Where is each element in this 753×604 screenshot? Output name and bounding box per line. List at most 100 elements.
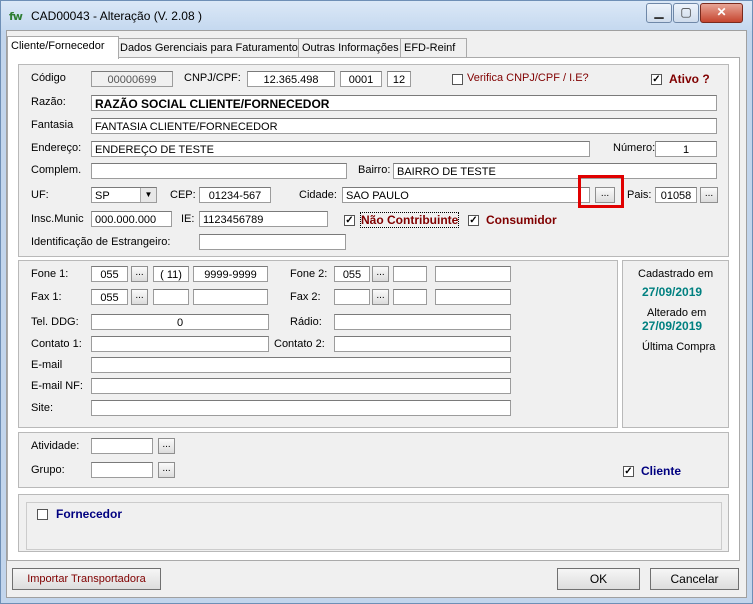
fax2-ddd-field[interactable]: [393, 289, 427, 305]
nao-contribuinte-checkbox[interactable]: ✓: [344, 215, 355, 226]
fax2-number-field[interactable]: [435, 289, 511, 305]
cliente-checkbox[interactable]: ✓: [623, 466, 634, 477]
tab-dados-gerenciais[interactable]: Dados Gerenciais para Faturamento: [116, 38, 304, 58]
fone2-ddd-field[interactable]: [393, 266, 427, 282]
email-label: E-mail: [31, 359, 63, 371]
fax2-label: Fax 2:: [290, 291, 321, 303]
fax1-ddi-field[interactable]: 055: [91, 289, 128, 305]
cancelar-button[interactable]: Cancelar: [650, 568, 739, 590]
fax1-lookup-button[interactable]: ...: [131, 289, 148, 305]
window-title: CAD00043 - Alteração (V. 2.08 ): [31, 9, 202, 23]
cadastrado-date: 27/09/2019: [642, 285, 703, 299]
fone2-lookup-button[interactable]: ...: [372, 266, 389, 282]
fax1-number-field[interactable]: [193, 289, 268, 305]
fone1-number-field[interactable]: 9999-9999: [193, 266, 268, 282]
title-bar[interactable]: fw CAD00043 - Alteração (V. 2.08 ) ▁ ▢ ✕: [1, 1, 752, 31]
consumidor-checkbox[interactable]: ✓: [468, 215, 479, 226]
fone2-label: Fone 2:: [290, 268, 328, 280]
ativo-checkbox[interactable]: ✓: [651, 74, 662, 85]
razao-label: Razão:: [31, 96, 66, 108]
endereco-field[interactable]: ENDEREÇO DE TESTE: [91, 141, 590, 157]
fone1-label: Fone 1:: [31, 268, 69, 280]
verifica-checkbox[interactable]: [452, 74, 463, 85]
cnpj-label: CNPJ/CPF:: [184, 72, 241, 84]
pais-label: Pais:: [627, 189, 652, 201]
fax2-ddi-field[interactable]: [334, 289, 370, 305]
ident-estrangeiro-field[interactable]: [199, 234, 346, 250]
fone1-ddd-field[interactable]: ( 11): [153, 266, 189, 282]
cliente-label: Cliente: [641, 464, 682, 478]
tab-efd-reinf[interactable]: EFD-Reinf: [400, 38, 467, 58]
cidade-label: Cidade:: [299, 189, 337, 201]
tab-outras-informacoes[interactable]: Outras Informações: [298, 38, 404, 58]
fax1-ddd-field[interactable]: [153, 289, 189, 305]
insc-munic-label: Insc.Munic: [31, 213, 84, 225]
nao-contribuinte-label: Não Contribuinte: [359, 212, 460, 228]
ie-field[interactable]: 1123456789: [199, 211, 328, 227]
pais-lookup-button[interactable]: ...: [700, 187, 718, 203]
uf-select[interactable]: SP ▼: [91, 187, 157, 203]
razao-field[interactable]: RAZÃO SOCIAL CLIENTE/FORNECEDOR: [91, 95, 717, 111]
fone2-ddi-field[interactable]: 055: [334, 266, 370, 282]
maximize-button[interactable]: ▢: [673, 3, 699, 23]
cnpj-branch-field[interactable]: 0001: [340, 71, 382, 87]
pais-field[interactable]: 01058: [655, 187, 697, 203]
cnpj-field[interactable]: 12.365.498: [247, 71, 335, 87]
contato1-field[interactable]: [91, 336, 269, 352]
fone2-number-field[interactable]: [435, 266, 511, 282]
atividade-label: Atividade:: [31, 440, 80, 452]
tel-ddg-field[interactable]: 0: [91, 314, 269, 330]
highlight-box: [578, 175, 624, 208]
cep-field[interactable]: 01234-567: [199, 187, 271, 203]
ok-button[interactable]: OK: [557, 568, 640, 590]
endereco-label: Endereço:: [31, 142, 82, 154]
close-icon: ✕: [716, 5, 727, 19]
complem-field[interactable]: [91, 163, 347, 179]
atividade-field[interactable]: [91, 438, 153, 454]
grupo-lookup-button[interactable]: ...: [158, 462, 175, 478]
ident-estrangeiro-label: Identificação de Estrangeiro:: [31, 236, 171, 248]
fornecedor-checkbox[interactable]: [37, 509, 48, 520]
cnpj-dv-field[interactable]: 12: [387, 71, 411, 87]
codigo-field: 00000699: [91, 71, 173, 87]
fornecedor-inner: [26, 502, 722, 550]
email-field[interactable]: [91, 357, 511, 373]
chevron-down-icon[interactable]: ▼: [140, 188, 156, 202]
email-nf-field[interactable]: [91, 378, 511, 394]
email-nf-label: E-mail NF:: [31, 380, 83, 392]
alterado-label: Alterado em: [647, 307, 707, 319]
ie-label: IE:: [181, 213, 195, 225]
contato1-label: Contato 1:: [31, 338, 82, 350]
fax2-lookup-button[interactable]: ...: [372, 289, 389, 305]
contato2-field[interactable]: [334, 336, 511, 352]
atividade-lookup-button[interactable]: ...: [158, 438, 175, 454]
uf-value: SP: [95, 190, 110, 202]
fantasia-field[interactable]: FANTASIA CLIENTE/FORNECEDOR: [91, 118, 717, 134]
numero-field[interactable]: 1: [655, 141, 717, 157]
bairro-field[interactable]: BAIRRO DE TESTE: [393, 163, 717, 179]
radio-label: Rádio:: [290, 316, 322, 328]
close-button[interactable]: ✕: [700, 3, 743, 23]
fone1-ddi-field[interactable]: 055: [91, 266, 128, 282]
grupo-label: Grupo:: [31, 464, 65, 476]
cep-label: CEP:: [170, 189, 196, 201]
fax1-label: Fax 1:: [31, 291, 62, 303]
cidade-field[interactable]: SAO PAULO: [342, 187, 590, 203]
site-label: Site:: [31, 402, 54, 414]
maximize-icon: ▢: [680, 5, 692, 19]
importar-transportadora-button[interactable]: Importar Transportadora: [12, 568, 161, 590]
tab-cliente-fornecedor[interactable]: Cliente/Fornecedor: [7, 36, 119, 59]
complem-label: Complem.: [31, 164, 82, 176]
minimize-button[interactable]: ▁: [646, 3, 672, 23]
ultima-compra-label: Última Compra: [642, 341, 716, 353]
site-field[interactable]: [91, 400, 511, 416]
radio-field[interactable]: [334, 314, 511, 330]
minimize-icon: ▁: [654, 5, 664, 19]
ativo-label: Ativo ?: [669, 72, 710, 86]
fone1-lookup-button[interactable]: ...: [131, 266, 148, 282]
main-data-group: [18, 64, 729, 257]
consumidor-label: Consumidor: [486, 213, 557, 227]
alterado-date: 27/09/2019: [642, 319, 703, 333]
grupo-field[interactable]: [91, 462, 153, 478]
insc-munic-field[interactable]: 000.000.000: [91, 211, 172, 227]
